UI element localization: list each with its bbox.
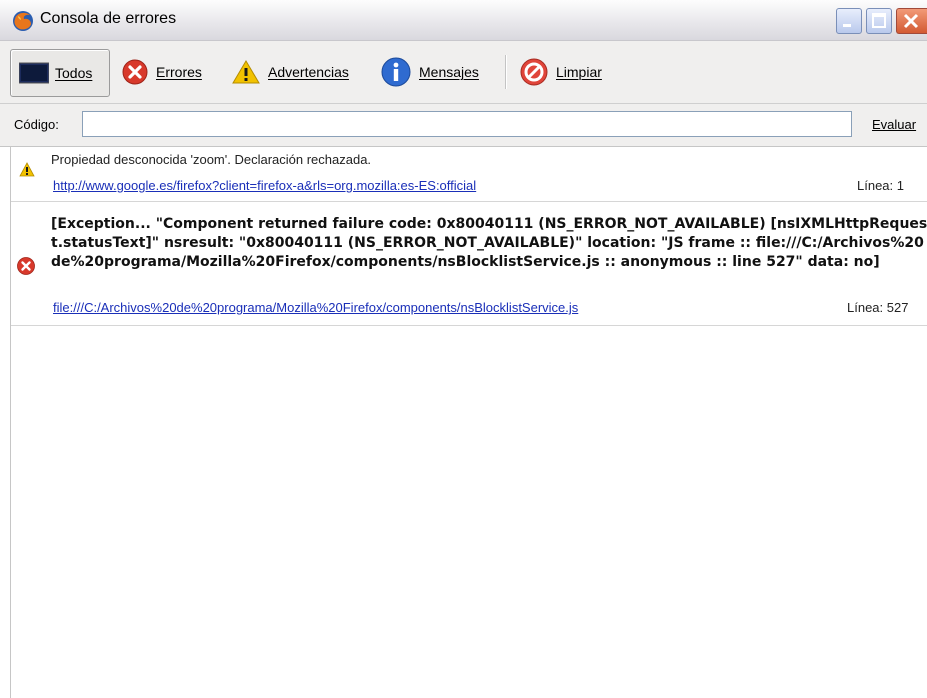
maximize-icon — [872, 13, 886, 28]
code-bar: Código: Evaluar — [0, 104, 927, 147]
warning-icon — [19, 162, 35, 177]
error-icon — [122, 59, 148, 85]
filter-todos-label: Todos — [55, 65, 93, 81]
filter-advertencias-label: Advertencias — [268, 64, 349, 80]
log-entry-error[interactable]: [Exception... "Component returned failur… — [11, 207, 927, 326]
filter-mensajes-label: Mensajes — [419, 64, 479, 80]
log-entry-warning[interactable]: Propiedad desconocida 'zoom'. Declaració… — [11, 147, 927, 202]
code-input[interactable] — [82, 111, 852, 137]
firefox-icon — [13, 11, 33, 31]
source-link[interactable]: http://www.google.es/firefox?client=fire… — [53, 178, 476, 193]
clear-button[interactable]: Limpiar — [520, 49, 602, 95]
window-title: Consola de errores — [40, 10, 177, 27]
filter-advertencias-button[interactable]: Advertencias — [232, 49, 349, 95]
line-number: Línea: 1 — [857, 178, 904, 193]
title-bar: Consola de errores — [0, 0, 927, 41]
close-icon — [903, 13, 919, 29]
filter-errores-label: Errores — [156, 64, 202, 80]
log-message: [Exception... "Component returned failur… — [51, 216, 927, 270]
clear-label: Limpiar — [556, 64, 602, 80]
code-label: Código: — [14, 117, 59, 132]
line-number: Línea: 527 — [847, 300, 909, 315]
filter-errores-button[interactable]: Errores — [122, 49, 202, 95]
filter-mensajes-button[interactable]: Mensajes — [381, 49, 479, 95]
close-button[interactable] — [896, 8, 927, 34]
console-all-icon — [19, 62, 49, 84]
warning-icon — [232, 60, 260, 84]
evaluate-button[interactable]: Evaluar — [872, 117, 916, 132]
error-icon — [17, 257, 35, 275]
toolbar-separator — [505, 55, 507, 89]
clear-icon — [520, 58, 548, 86]
console-log-list[interactable]: Propiedad desconocida 'zoom'. Declaració… — [10, 147, 927, 698]
source-link[interactable]: file:///C:/Archivos%20de%20programa/Mozi… — [53, 300, 578, 315]
minimize-icon — [843, 24, 851, 27]
filter-todos-button[interactable]: Todos — [10, 49, 110, 97]
log-message: Propiedad desconocida 'zoom'. Declaració… — [51, 152, 372, 167]
maximize-button[interactable] — [866, 8, 892, 34]
info-icon — [381, 57, 411, 87]
minimize-button[interactable] — [836, 8, 862, 34]
toolbar: Todos Errores Advertencias Mensajes Limp — [0, 41, 927, 104]
